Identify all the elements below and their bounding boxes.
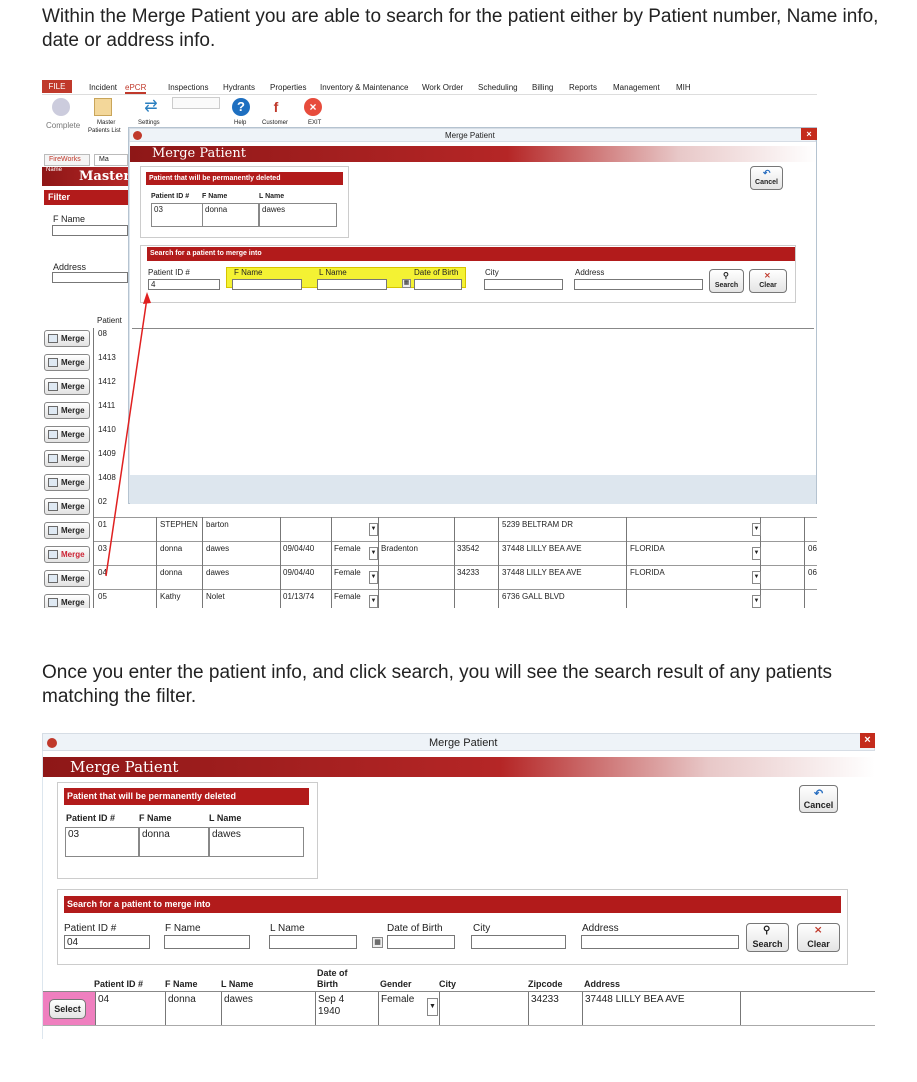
search-dob-input[interactable] (387, 935, 455, 949)
divider (95, 992, 96, 1025)
deleted-col-fname: F Name (139, 813, 172, 823)
result-lname: dawes (224, 994, 253, 1005)
clear-label: Clear (807, 939, 830, 949)
dialog-body: Merge Patient Patient that will be perma… (43, 751, 875, 1039)
result-col-dob-line1: Date of (317, 968, 348, 978)
result-dob-line1: Sep 4 (318, 994, 345, 1005)
search-address-label: Address (582, 923, 619, 934)
close-icon[interactable]: × (860, 733, 875, 748)
divider (740, 992, 741, 1025)
result-id: 04 (98, 994, 110, 1005)
deleted-header: Patient that will be permanently deleted (64, 788, 309, 805)
table-row[interactable]: Select 04 donna dawes Sep 4 1940 Female … (43, 991, 875, 1027)
result-col-dob-line2: Birth (317, 979, 338, 989)
divider (221, 992, 222, 1025)
result-fname: donna (168, 994, 196, 1005)
deleted-patient-panel: Patient that will be permanently deleted… (57, 782, 318, 879)
screenshot-merge-patient-result: Merge Patient × Merge Patient Patient th… (42, 733, 875, 1039)
result-paragraph: Once you enter the patient info, and cli… (42, 662, 832, 707)
search-lname-label: L Name (270, 923, 305, 934)
result-zip: 34233 (531, 994, 559, 1005)
search-dob-label: Date of Birth (387, 923, 443, 934)
deleted-id: 03 (68, 829, 80, 840)
divider (582, 992, 583, 1025)
intro-paragraph: Within the Merge Patient you are able to… (42, 6, 879, 51)
result-col-zip: Zipcode (528, 979, 563, 989)
result-col-id: Patient ID # (94, 979, 144, 989)
cancel-label: Cancel (803, 800, 834, 810)
result-address: 37448 LILLY BEA AVE (585, 994, 685, 1005)
search-lname-input[interactable] (269, 935, 357, 949)
result-gender: Female (381, 994, 415, 1005)
search-id-input[interactable]: 04 (64, 935, 150, 949)
undo-icon: ↶ (814, 788, 824, 800)
result-col-address: Address (584, 979, 621, 989)
eraser-icon: ⨯ (814, 925, 823, 936)
arrow-annotation (105, 292, 151, 577)
result-dob-line2: 1940 (318, 1006, 341, 1017)
search-city-input[interactable] (471, 935, 566, 949)
arrow-line (105, 297, 148, 577)
binoculars-icon: ⚲ (763, 925, 771, 936)
search-panel: Search for a patient to merge into Patie… (57, 889, 848, 965)
deleted-col-id: Patient ID # (66, 813, 116, 823)
search-address-input[interactable] (581, 935, 739, 949)
dialog-banner: Merge Patient (43, 757, 875, 777)
window-titlebar: Merge Patient (42, 733, 875, 751)
search-label: Search (752, 939, 783, 949)
deleted-fname: donna (142, 829, 170, 840)
search-fname-label: F Name (165, 923, 201, 934)
screenshot-merge-patient-search: FILE Incident ePCR Inspections Hydrants … (42, 78, 817, 608)
search-id-value: 04 (67, 937, 79, 948)
search-header: Search for a patient to merge into (64, 896, 841, 913)
divider (43, 991, 875, 992)
deleted-col-lname: L Name (209, 813, 242, 823)
result-col-gender: Gender (380, 979, 412, 989)
clear-button[interactable]: ⨯ Clear (797, 923, 840, 952)
select-button[interactable]: Select (49, 999, 86, 1019)
deleted-lname: dawes (212, 829, 241, 840)
divider (528, 992, 529, 1025)
search-id-label: Patient ID # (64, 923, 117, 934)
divider (315, 992, 316, 1025)
cancel-button[interactable]: ↶ Cancel (799, 785, 838, 813)
result-col-fname: F Name (165, 979, 198, 989)
search-city-label: City (473, 923, 491, 934)
result-header-row: Patient ID # F Name L Name Date of Birth… (43, 967, 875, 991)
result-col-city: City (439, 979, 457, 989)
deleted-lname-box: dawes (209, 827, 304, 857)
divider (165, 992, 166, 1025)
result-col-lname: L Name (221, 979, 254, 989)
gender-dropdown[interactable]: ▼ (427, 998, 438, 1016)
arrow-head (143, 292, 151, 304)
deleted-fname-box: donna (139, 827, 209, 857)
window-title: Merge Patient (429, 737, 498, 749)
select-label: Select (54, 1004, 81, 1014)
dialog-banner-title: Merge Patient (70, 758, 179, 776)
divider (43, 1025, 875, 1026)
divider (439, 992, 440, 1025)
divider (378, 992, 379, 1025)
search-fname-input[interactable] (164, 935, 250, 949)
search-button[interactable]: ⚲ Search (746, 923, 789, 952)
deleted-id-box: 03 (65, 827, 139, 857)
calendar-icon[interactable]: ▦ (372, 937, 383, 948)
app-icon (47, 738, 57, 748)
